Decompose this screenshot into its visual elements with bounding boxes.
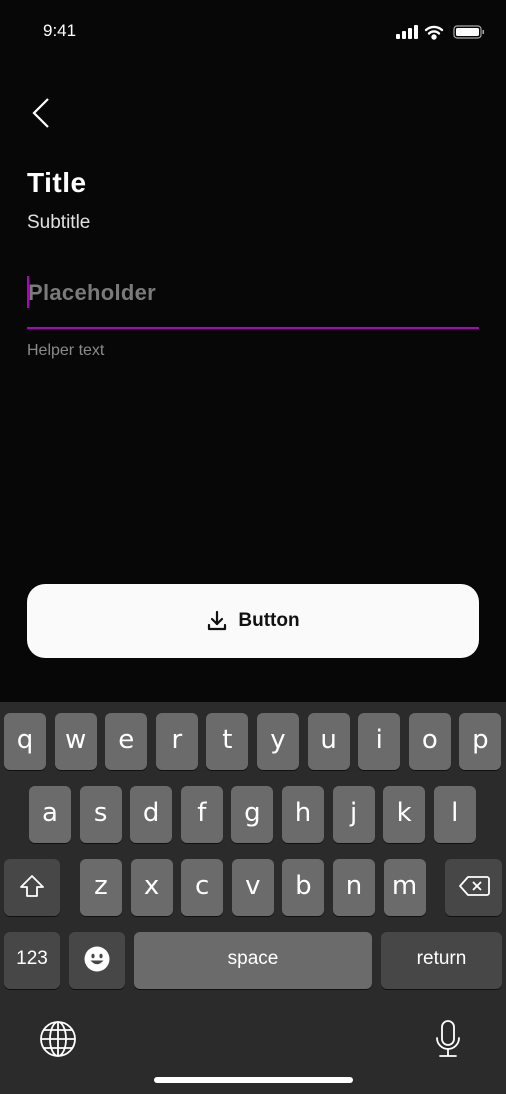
key-k[interactable]: k [383,786,426,843]
home-indicator[interactable] [154,1077,353,1083]
shift-icon [20,875,44,897]
battery-icon [453,25,484,39]
key-y[interactable]: y [257,713,299,770]
key-m[interactable]: m [383,859,426,916]
key-w[interactable]: w [54,713,97,770]
status-icons [396,25,484,40]
status-time: 9:41 [43,21,77,40]
globe-icon[interactable] [39,1020,77,1063]
key-h[interactable]: h [282,786,324,843]
space-key[interactable]: space [134,932,372,989]
emoji-key[interactable] [69,932,125,989]
key-n[interactable]: n [333,859,375,916]
key-j[interactable]: j [332,786,375,843]
key-r[interactable]: r [155,713,198,770]
key-g[interactable]: g [231,786,274,843]
chevron-left-icon[interactable] [30,96,52,130]
button-label: Button [238,610,300,631]
text-input[interactable]: Placeholder [27,272,479,329]
key-l[interactable]: l [433,786,476,843]
numbers-key[interactable]: 123 [4,932,60,989]
key-v[interactable]: v [231,859,274,916]
key-d[interactable]: d [130,786,173,843]
key-b[interactable]: b [282,859,325,916]
page-subtitle: Subtitle [27,212,91,233]
helper-text: Helper text [27,342,105,359]
input-placeholder: Placeholder [28,280,157,305]
download-icon [208,610,227,631]
key-p[interactable]: p [459,713,502,770]
key-s[interactable]: s [79,786,122,843]
key-f[interactable]: f [180,786,223,843]
key-o[interactable]: o [408,713,451,770]
microphone-icon[interactable] [434,1019,462,1064]
key-a[interactable]: a [29,786,71,843]
wifi-icon [424,25,444,40]
return-key[interactable]: return [381,932,502,989]
key-t[interactable]: t [206,713,249,770]
primary-button[interactable]: Button [27,584,479,658]
delete-icon [458,876,490,896]
keyboard: q w e r t y u i o p a s d f g h j k l z x c v b n m 123 space return [0,702,506,1094]
signal-icon [396,25,418,39]
emoji-icon [84,946,110,972]
key-c[interactable]: c [181,859,224,916]
delete-key[interactable] [445,859,502,916]
key-u[interactable]: u [307,713,350,770]
key-q[interactable]: q [4,713,46,770]
key-z[interactable]: z [80,859,122,916]
key-e[interactable]: e [105,713,148,770]
page-title: Title [27,167,87,198]
key-i[interactable]: i [358,713,401,770]
shift-key[interactable] [4,859,60,916]
key-x[interactable]: x [130,859,173,916]
